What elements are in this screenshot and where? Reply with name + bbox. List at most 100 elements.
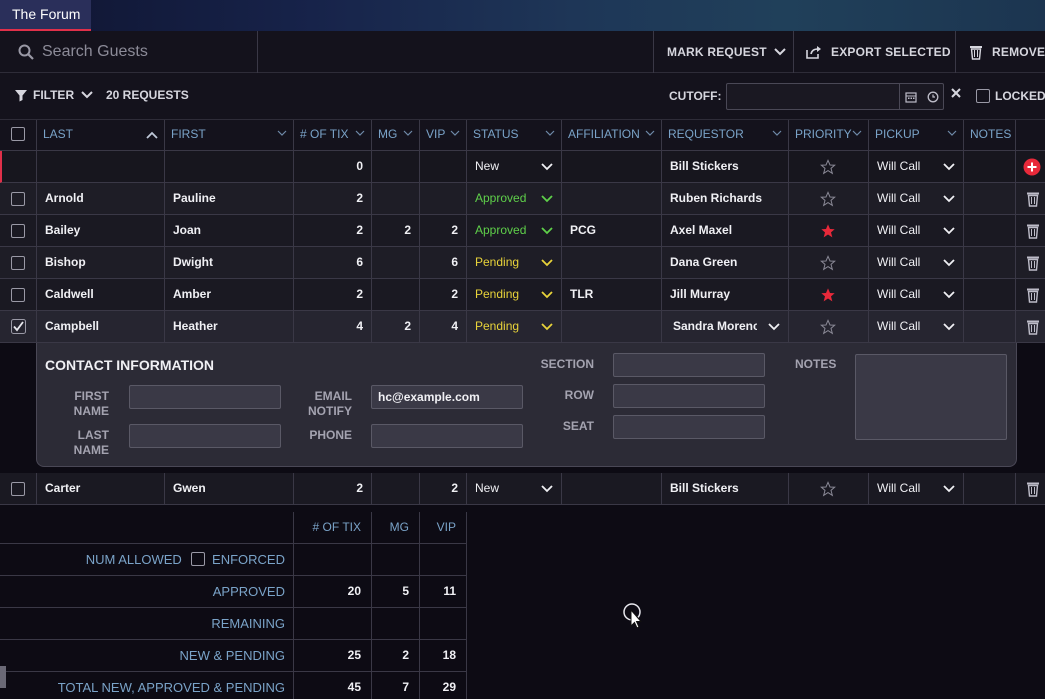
cell-mg[interactable]: [372, 151, 420, 182]
cell-requestor[interactable]: Axel Maxel: [662, 215, 789, 246]
priority-cell[interactable]: [789, 183, 869, 214]
star-outline-icon[interactable]: [820, 255, 836, 271]
table-row[interactable]: Bishop Dwight 6 6 Pending Dana Green Will Call: [0, 247, 1045, 279]
pickup-select[interactable]: Will Call: [869, 279, 964, 310]
table-row[interactable]: Campbell Heather 4 2 4 Pending Sandra Morenc Wi…: [0, 311, 1045, 343]
cell-first[interactable]: Joan: [165, 215, 294, 246]
first-name-field[interactable]: [129, 385, 281, 409]
cell-mg[interactable]: 2: [372, 215, 420, 246]
num-allowed-tix[interactable]: [294, 544, 372, 575]
cell-vip[interactable]: [420, 183, 467, 214]
row-checkbox[interactable]: [11, 224, 25, 238]
cell-notes[interactable]: [964, 473, 1016, 504]
locked-toggle[interactable]: LOCKED: [976, 89, 1045, 103]
cell-last[interactable]: [37, 151, 165, 182]
column-header-pickup[interactable]: PICKUP: [869, 120, 964, 151]
cell-affiliation[interactable]: PCG: [562, 215, 662, 246]
seat-field[interactable]: [613, 415, 765, 439]
cell-affiliation[interactable]: [562, 247, 662, 278]
status-select[interactable]: Pending: [467, 279, 562, 310]
cell-last[interactable]: Bishop: [37, 247, 165, 278]
star-outline-icon[interactable]: [820, 159, 836, 175]
cell-tix[interactable]: 6: [294, 247, 372, 278]
row-field[interactable]: [613, 384, 765, 408]
venue-tab[interactable]: The Forum: [0, 0, 91, 31]
cell-notes[interactable]: [964, 151, 1016, 182]
cell-mg[interactable]: 2: [372, 311, 420, 342]
cell-tix[interactable]: 2: [294, 279, 372, 310]
remove-button[interactable]: REMOVE: [955, 31, 1045, 73]
cell-tix[interactable]: 0: [294, 151, 372, 182]
enforced-checkbox[interactable]: [191, 552, 206, 566]
star-outline-icon[interactable]: [820, 191, 836, 207]
cell-notes[interactable]: [964, 215, 1016, 246]
add-request-icon[interactable]: [1023, 158, 1041, 176]
column-header-last[interactable]: LAST: [37, 120, 165, 151]
priority-cell[interactable]: [789, 151, 869, 182]
pickup-select[interactable]: Will Call: [869, 473, 964, 504]
cell-mg[interactable]: [372, 247, 420, 278]
cell-last[interactable]: Arnold: [37, 183, 165, 214]
star-outline-icon[interactable]: [820, 481, 836, 497]
cell-affiliation[interactable]: [562, 183, 662, 214]
pickup-select[interactable]: Will Call: [869, 311, 964, 342]
cell-requestor[interactable]: Ruben Richards: [662, 183, 789, 214]
cell-vip[interactable]: 6: [420, 247, 467, 278]
requestor-select[interactable]: Sandra Morenc: [662, 311, 789, 342]
priority-cell[interactable]: [789, 473, 869, 504]
status-select[interactable]: New: [467, 151, 562, 182]
star-filled-icon[interactable]: [820, 287, 836, 303]
star-filled-icon[interactable]: [820, 223, 836, 239]
row-checkbox[interactable]: [11, 256, 25, 270]
scrollbar-thumb[interactable]: [0, 666, 6, 688]
table-row[interactable]: Bailey Joan 2 2 2 Approved PCG Axel Maxel Will C…: [0, 215, 1045, 247]
cell-affiliation[interactable]: [562, 151, 662, 182]
select-all-checkbox[interactable]: [11, 127, 25, 141]
cell-first[interactable]: Heather: [165, 311, 294, 342]
search-input[interactable]: [42, 39, 242, 65]
cell-vip[interactable]: 2: [420, 279, 467, 310]
cell-last[interactable]: Campbell: [37, 311, 165, 342]
table-row[interactable]: Carter Gwen 2 2 New Bill Stickers Will Call: [0, 473, 1045, 505]
column-header-requestor[interactable]: REQUESTOR: [662, 120, 789, 151]
column-header-notes[interactable]: NOTES: [964, 120, 1016, 151]
column-header-affiliation[interactable]: AFFILIATION: [562, 120, 662, 151]
clear-cutoff-icon[interactable]: [950, 87, 962, 99]
priority-cell[interactable]: [789, 215, 869, 246]
table-row[interactable]: Arnold Pauline 2 Approved Ruben Richards Will…: [0, 183, 1045, 215]
trash-icon[interactable]: [1026, 319, 1040, 335]
cell-first[interactable]: [165, 151, 294, 182]
cell-requestor[interactable]: Bill Stickers: [662, 151, 789, 182]
cell-vip[interactable]: 2: [420, 215, 467, 246]
num-allowed-mg[interactable]: [372, 544, 420, 575]
search-box[interactable]: [0, 31, 258, 73]
phone-field[interactable]: [371, 424, 523, 448]
locked-checkbox[interactable]: [976, 89, 990, 103]
status-select[interactable]: Pending: [467, 247, 562, 278]
column-header-tix[interactable]: # OF TIX: [294, 120, 372, 151]
trash-icon[interactable]: [1026, 255, 1040, 271]
cell-vip[interactable]: 2: [420, 473, 467, 504]
status-select[interactable]: New: [467, 473, 562, 504]
cell-first[interactable]: Dwight: [165, 247, 294, 278]
pickup-select[interactable]: Will Call: [869, 215, 964, 246]
cell-affiliation[interactable]: TLR: [562, 279, 662, 310]
cell-tix[interactable]: 2: [294, 183, 372, 214]
calendar-icon[interactable]: [905, 91, 917, 103]
row-checkbox[interactable]: [11, 288, 25, 302]
email-field[interactable]: hc@example.com: [371, 385, 523, 409]
cell-mg[interactable]: [372, 473, 420, 504]
column-header-priority[interactable]: PRIORITY: [789, 120, 869, 151]
status-select[interactable]: Approved: [467, 215, 562, 246]
checkbox-checked-icon[interactable]: [11, 319, 26, 334]
filter-button[interactable]: FILTER: [14, 88, 94, 102]
row-checkbox[interactable]: [11, 482, 25, 496]
star-outline-icon[interactable]: [820, 319, 836, 335]
export-selected-button[interactable]: EXPORT SELECTED: [793, 31, 955, 73]
last-name-field[interactable]: [129, 424, 281, 448]
column-header-vip[interactable]: VIP: [420, 120, 467, 151]
column-header-mg[interactable]: MG: [372, 120, 420, 151]
cell-first[interactable]: Pauline: [165, 183, 294, 214]
priority-cell[interactable]: [789, 311, 869, 342]
cell-first[interactable]: Amber: [165, 279, 294, 310]
